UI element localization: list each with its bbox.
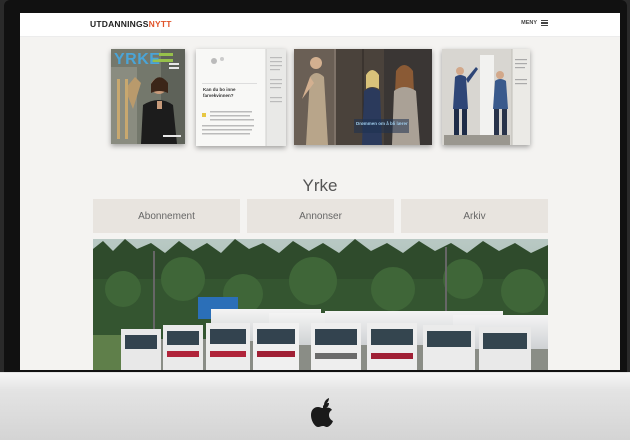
- page-title: Yrke: [302, 176, 338, 196]
- menu-label: MENY: [521, 20, 537, 26]
- nav-button-abonnement[interactable]: Abonnement: [93, 199, 240, 233]
- imac-monitor: UTDANNINGSNYTT MENY YRKE Kan du bo inne …: [0, 0, 630, 440]
- monitor-chin-reflection: [0, 372, 630, 390]
- magazine-workers-image: [442, 49, 530, 145]
- site-logo[interactable]: UTDANNINGSNYTT: [90, 19, 172, 29]
- magazine-spread-article[interactable]: Kan du bo inne farvekvinnen?: [196, 49, 286, 146]
- section-nav: Abonnement Annonser Arkiv: [93, 199, 548, 233]
- apple-logo-icon: [311, 398, 333, 427]
- nav-button-arkiv[interactable]: Arkiv: [401, 199, 548, 233]
- magazine-cover-yrke[interactable]: YRKE: [111, 49, 185, 144]
- magazine-spread-workers[interactable]: [442, 49, 530, 145]
- nav-button-annonser[interactable]: Annonser: [247, 199, 394, 233]
- magazine-cover-title: YRKE: [114, 51, 161, 68]
- website-screen: UTDANNINGSNYTT MENY YRKE Kan du bo inne …: [20, 13, 620, 370]
- hero-image-trucks: [93, 239, 548, 370]
- hamburger-menu-icon: [541, 20, 548, 26]
- logo-text-accent: NYTT: [148, 19, 172, 29]
- magazine-photo-caption: Drømmen om å bli lærer: [356, 121, 408, 126]
- site-header: UTDANNINGSNYTT MENY: [20, 13, 620, 37]
- magazine-photo-image: [294, 49, 432, 145]
- menu-button[interactable]: MENY: [521, 20, 548, 26]
- hero-photo: [93, 239, 548, 370]
- magazine-spread-photo[interactable]: Drømmen om å bli lærer: [294, 49, 432, 145]
- logo-text-main: UTDANNINGS: [90, 19, 149, 29]
- magazine-spread-heading: Kan du bo inne farvekvinnen?: [203, 87, 236, 98]
